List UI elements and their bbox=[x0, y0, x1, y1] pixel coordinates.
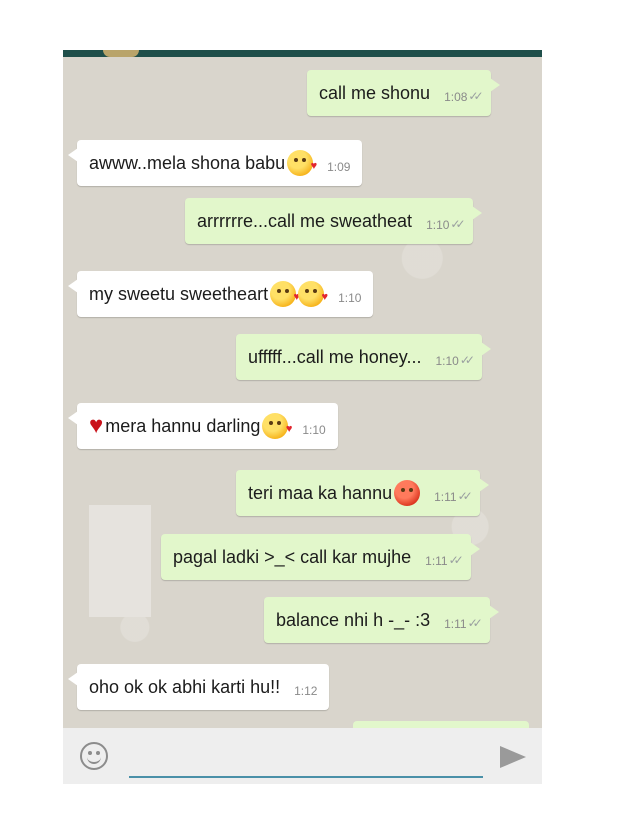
kiss-heart-emoji-icon: ♥ bbox=[287, 150, 317, 176]
message-outgoing[interactable]: pagal ladki >_< call kar mujhe 1:11 ✓✓ bbox=[161, 534, 480, 580]
compose-bar bbox=[63, 728, 542, 784]
message-time: 1:11 bbox=[434, 490, 457, 504]
message-text: my sweetu sweetheart bbox=[89, 283, 269, 304]
message-time: 1:12 bbox=[294, 684, 318, 698]
read-ticks-icon: ✓✓ bbox=[448, 553, 464, 567]
message-text: arrrrrre...call me sweatheat bbox=[197, 210, 413, 231]
message-time: 1:10 bbox=[302, 423, 326, 437]
message-text: ufffff...call me honey... bbox=[248, 346, 422, 367]
smiley-icon[interactable] bbox=[80, 742, 108, 770]
message-outgoing[interactable]: balance nhi h -_- :3 1:11 ✓✓ bbox=[264, 597, 499, 643]
chat-screen: call me shonu 1:08 ✓✓ awww..mela shona b… bbox=[63, 50, 542, 784]
kiss-heart-emoji-icon: ♥ bbox=[270, 281, 300, 307]
message-time: 1:08 bbox=[444, 90, 468, 104]
read-ticks-icon: ✓✓ bbox=[459, 353, 475, 367]
read-ticks-icon: ✓✓ bbox=[467, 616, 483, 630]
message-incoming[interactable]: ♥ mera hannu darling ♥ 1:10 bbox=[68, 403, 338, 449]
read-ticks-icon: ✓✓ bbox=[450, 217, 465, 231]
kiss-heart-emoji-icon: ♥ bbox=[298, 281, 328, 307]
message-outgoing[interactable]: call me shonu 1:08 ✓✓ bbox=[307, 70, 500, 116]
red-heart-emoji-icon: ♥ bbox=[89, 412, 104, 439]
kiss-heart-emoji-icon: ♥ bbox=[262, 413, 292, 439]
message-time: 1:10 bbox=[435, 354, 459, 368]
message-text: awww..mela shona babu bbox=[89, 152, 286, 173]
angry-face-emoji-icon bbox=[394, 480, 421, 506]
message-incoming[interactable]: awww..mela shona babu ♥ 1:09 bbox=[67, 140, 363, 186]
read-ticks-icon: ✓✓ bbox=[457, 489, 473, 503]
message-text: pagal ladki >_< call kar mujhe bbox=[173, 546, 412, 567]
message-text: teri maa ka hannu bbox=[248, 482, 393, 503]
message-time: 1:09 bbox=[327, 160, 351, 174]
message-text: oho ok ok abhi karti hu!! bbox=[89, 676, 281, 697]
message-text: balance nhi h -_- :3 bbox=[276, 609, 431, 630]
read-ticks-icon: ✓✓ bbox=[468, 89, 483, 103]
message-time: 1:10 bbox=[426, 218, 450, 232]
message-outgoing[interactable]: teri maa ka hannu 1:11 ✓✓ bbox=[236, 470, 489, 516]
message-text: call me shonu bbox=[319, 82, 431, 103]
message-time: 1:10 bbox=[338, 291, 362, 305]
message-time: 1:11 bbox=[425, 554, 448, 568]
message-incoming[interactable]: oho ok ok abhi karti hu!! 1:12 bbox=[67, 664, 330, 710]
message-outgoing[interactable]: arrrrrre...call me sweatheat 1:10 ✓✓ bbox=[185, 198, 482, 244]
message-time: 1:11 bbox=[444, 617, 467, 631]
send-icon[interactable] bbox=[500, 746, 526, 768]
message-text: mera hannu darling bbox=[105, 415, 261, 436]
message-incoming[interactable]: my sweetu sweetheart ♥ ♥ 1:10 bbox=[67, 271, 374, 317]
top-bar bbox=[63, 50, 542, 57]
message-outgoing[interactable]: ufffff...call me honey... 1:10 ✓✓ bbox=[236, 334, 491, 380]
message-input[interactable] bbox=[129, 740, 483, 778]
